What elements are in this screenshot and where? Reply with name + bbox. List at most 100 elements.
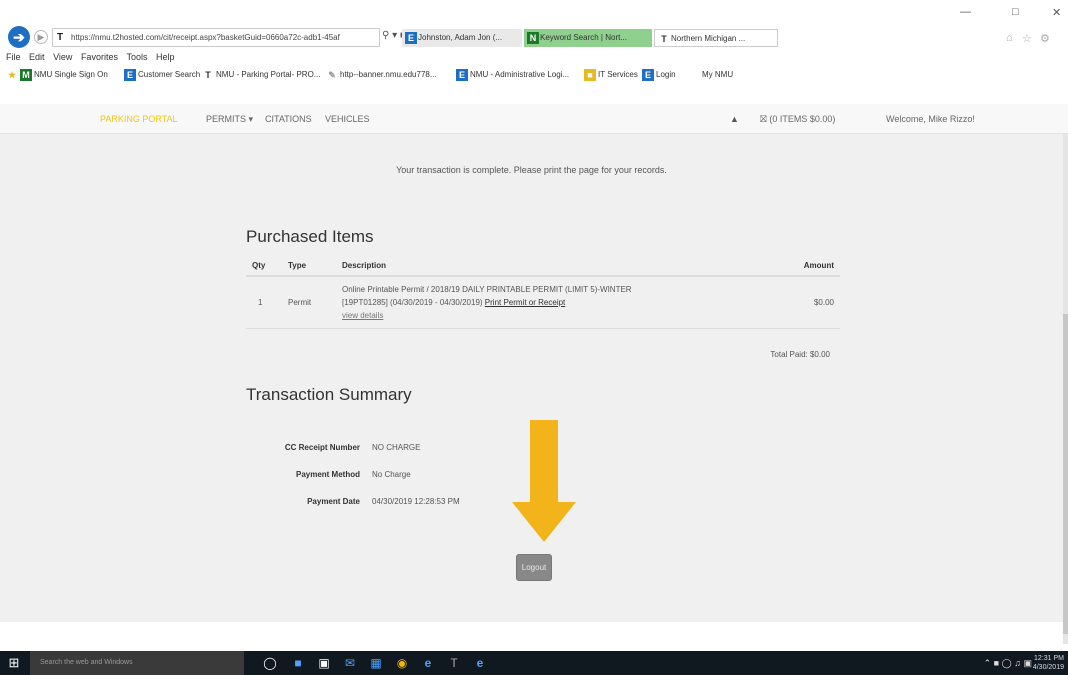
- address-bar[interactable]: T https://nmu.t2hosted.com/cit/receipt.a…: [52, 28, 380, 47]
- print-permit-link[interactable]: Print Permit or Receipt: [485, 298, 565, 307]
- site-navbar: PARKING PORTAL PERMITS ▾ CITATIONS VEHIC…: [0, 104, 1068, 134]
- home-icon[interactable]: ⌂: [1006, 32, 1013, 44]
- page-icon: E: [642, 68, 654, 81]
- item-description-line2: [19PT01285] (04/30/2019 - 04/30/2019): [342, 298, 483, 307]
- fav-label: NMU - Parking Portal- PRO...: [216, 70, 321, 79]
- tab-favicon-icon: E: [405, 32, 417, 44]
- nav-brand-parking-portal[interactable]: PARKING PORTAL: [100, 104, 178, 134]
- summary-label: Payment Method: [295, 470, 360, 479]
- search-icon[interactable]: ⚲: [382, 30, 389, 41]
- taskbar-search-box[interactable]: Search the web and Windows: [30, 651, 244, 675]
- fav-it-services[interactable]: ■ IT Services: [584, 64, 638, 86]
- tray-chevron-icon[interactable]: ⌃: [984, 658, 992, 668]
- notification-icon[interactable]: ▣: [1023, 658, 1032, 668]
- col-description: Description: [336, 256, 770, 277]
- fav-login[interactable]: E Login: [642, 64, 676, 86]
- fav-nmu-sso[interactable]: ★ M NMU Single Sign On: [6, 64, 108, 86]
- close-icon[interactable]: ✕: [1052, 6, 1061, 19]
- battery-icon[interactable]: ■: [994, 658, 999, 668]
- page-icon: ✎: [328, 69, 336, 80]
- item-amount: $0.00: [770, 276, 840, 329]
- fav-admin-login[interactable]: E NMU - Administrative Logi...: [456, 64, 569, 86]
- tab-keyword-search[interactable]: N Keyword Search | Nort...: [524, 29, 652, 47]
- fav-parking-portal[interactable]: T NMU - Parking Portal- PRO...: [202, 64, 320, 86]
- back-button[interactable]: ➔: [8, 26, 30, 48]
- favorites-bar: ★ M NMU Single Sign On E Customer Search TN…: [0, 64, 1068, 86]
- excel-icon[interactable]: ▦: [368, 655, 384, 671]
- scrollbar-thumb[interactable]: [1063, 314, 1068, 634]
- dropdown-icon[interactable]: ▾: [392, 30, 397, 41]
- clock-date: 4/30/2019: [1032, 664, 1064, 671]
- clock-time: 12:31 PM: [1034, 655, 1064, 662]
- menu-bar: File Edit View Favorites Tools Help: [0, 50, 1068, 64]
- fav-label: Login: [656, 70, 676, 79]
- nmu-logo-icon: M: [20, 68, 32, 81]
- outlook-icon[interactable]: ✉: [342, 655, 358, 671]
- minimize-icon[interactable]: —: [960, 6, 971, 18]
- fav-label: NMU - Administrative Logi...: [470, 70, 570, 79]
- task-view-icon[interactable]: ◯: [262, 655, 278, 671]
- summary-value: NO CHARGE: [372, 443, 421, 452]
- nav-permits[interactable]: PERMITS ▾: [206, 104, 253, 134]
- menu-help[interactable]: Help: [156, 52, 175, 62]
- star-icon[interactable]: ☆: [1022, 32, 1032, 45]
- nav-citations[interactable]: CITATIONS: [265, 104, 312, 134]
- address-bar-url: https://nmu.t2hosted.com/cit/receipt.asp…: [71, 33, 340, 42]
- page-scrollbar[interactable]: [1063, 134, 1068, 644]
- bell-icon[interactable]: ▲: [730, 104, 739, 134]
- tab-label: Northern Michigan ...: [671, 34, 746, 43]
- summary-value: No Charge: [372, 470, 411, 479]
- favorites-star-icon: ★: [7, 69, 17, 80]
- chrome-icon[interactable]: ◉: [394, 655, 410, 671]
- item-type: Permit: [282, 276, 336, 329]
- network-icon[interactable]: ◯: [1002, 658, 1012, 668]
- fav-label: http--banner.nmu.edu778...: [340, 70, 437, 79]
- taskbar-clock[interactable]: 12:31 PM 4/30/2019: [1033, 654, 1064, 672]
- menu-file[interactable]: File: [6, 52, 21, 62]
- internet-explorer-icon[interactable]: e: [420, 655, 436, 671]
- cart-icon: ⛝: [760, 114, 767, 124]
- edge-icon[interactable]: e: [472, 655, 488, 671]
- forward-button[interactable]: ▶: [34, 30, 48, 44]
- file-explorer-icon[interactable]: ■: [290, 655, 306, 671]
- fav-label: NMU Single Sign On: [34, 70, 108, 79]
- fav-customer-search[interactable]: E Customer Search: [124, 64, 200, 86]
- welcome-user[interactable]: Welcome, Mike Rizzo!: [886, 104, 975, 134]
- tab-northern-michigan[interactable]: T Northern Michigan ...: [654, 29, 778, 47]
- chevron-down-icon: ▾: [248, 114, 254, 124]
- t2-app-icon[interactable]: T: [446, 655, 462, 671]
- col-qty: Qty: [246, 256, 282, 277]
- windows-start-icon[interactable]: ⊞: [0, 651, 28, 675]
- purchased-items-table: Qty Type Description Amount 1 Permit Onl…: [246, 256, 840, 329]
- down-arrow-annotation-icon: [512, 420, 576, 542]
- cart-label: (0 ITEMS $0.00): [769, 114, 836, 124]
- summary-label: Payment Date: [307, 497, 360, 506]
- maximize-icon[interactable]: □: [1012, 6, 1019, 18]
- windows-taskbar: ⊞ Search the web and Windows ◯ ■ ▣ ✉ ▦ ◉…: [0, 651, 1068, 675]
- store-icon[interactable]: ▣: [316, 655, 332, 671]
- volume-icon[interactable]: ♫: [1014, 658, 1021, 668]
- menu-tools[interactable]: Tools: [126, 52, 147, 62]
- system-tray: ⌃ ■ ◯ ♫ ▣: [984, 651, 1032, 675]
- item-qty: 1: [246, 276, 282, 329]
- col-type: Type: [282, 256, 336, 277]
- page-icon: E: [456, 68, 468, 81]
- menu-favorites[interactable]: Favorites: [81, 52, 118, 62]
- view-details-link[interactable]: view details: [342, 311, 383, 320]
- menu-view[interactable]: View: [53, 52, 72, 62]
- browser-titlebar: — □ ✕ ➔ ▶ T https://nmu.t2hosted.com/cit…: [0, 0, 1068, 56]
- nav-vehicles[interactable]: VEHICLES: [325, 104, 370, 134]
- logout-button[interactable]: Logout: [516, 554, 552, 581]
- table-row: 1 Permit Online Printable Permit / 2018/…: [246, 276, 840, 329]
- t2-favicon-icon: T: [661, 34, 667, 44]
- fav-my-nmu[interactable]: My NMU: [702, 64, 733, 86]
- tab-johnston[interactable]: E Johnston, Adam Jon (...: [402, 29, 522, 47]
- cart-button[interactable]: ⛝ (0 ITEMS $0.00): [760, 104, 835, 134]
- menu-edit[interactable]: Edit: [29, 52, 45, 62]
- fav-label: Customer Search: [138, 70, 201, 79]
- transaction-summary-heading: Transaction Summary: [246, 385, 412, 404]
- settings-icon[interactable]: ⚙: [1040, 32, 1050, 45]
- purchased-items-heading: Purchased Items: [246, 227, 374, 246]
- fav-banner[interactable]: ✎ http--banner.nmu.edu778...: [326, 64, 437, 86]
- t2-favicon-icon: T: [205, 69, 211, 80]
